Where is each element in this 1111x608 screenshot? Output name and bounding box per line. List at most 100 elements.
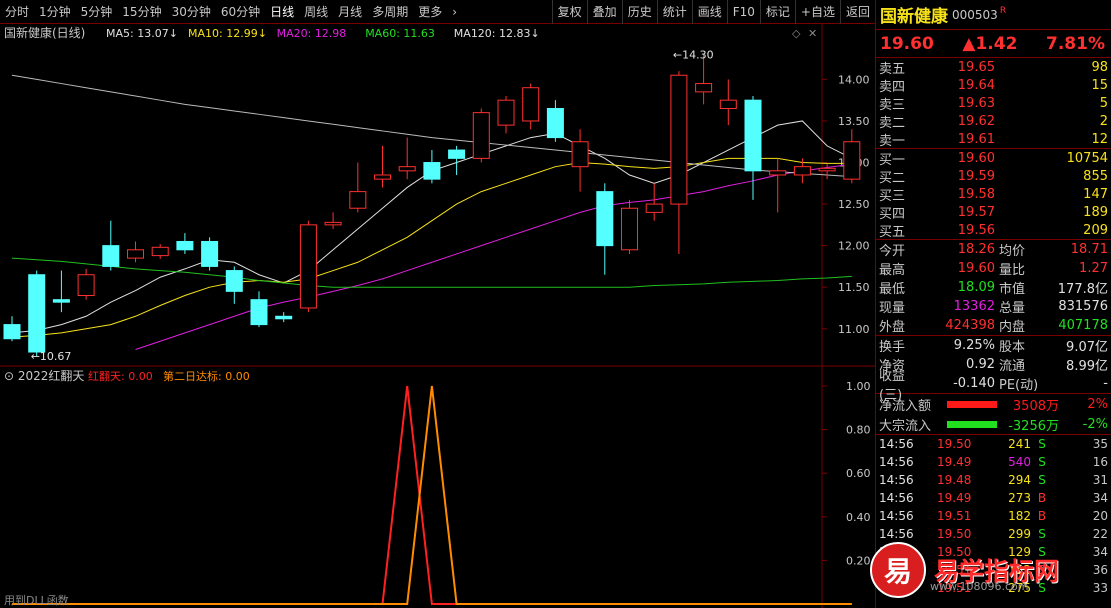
tool-button-6[interactable]: 标记 <box>759 0 795 24</box>
flow-label: 净流入额 <box>879 398 932 414</box>
candle[interactable] <box>695 54 713 105</box>
tool-button-2[interactable]: 历史 <box>621 0 657 24</box>
tick-direction: S <box>1038 527 1046 541</box>
period-tab-6[interactable]: 日线 <box>265 3 299 20</box>
flow-value: -3256万 <box>1008 418 1059 434</box>
indicator-legend-0: 红翻天: 0.00 <box>88 369 153 383</box>
flow-row: 大宗流入 -3256万 -2% <box>876 414 1111 434</box>
candle[interactable] <box>769 158 787 213</box>
candle[interactable] <box>77 268 95 300</box>
candle[interactable] <box>793 158 811 184</box>
candle[interactable] <box>176 233 194 254</box>
chart-title: 国新健康(日线) <box>4 25 85 40</box>
candle[interactable] <box>744 96 762 200</box>
tool-button-7[interactable]: +自选 <box>794 0 840 24</box>
tick-volume: 273 <box>1008 491 1031 505</box>
candle[interactable] <box>596 183 614 275</box>
candle[interactable] <box>571 129 589 192</box>
candle[interactable] <box>299 220 317 313</box>
y-tick-label: 12.00 <box>838 240 870 253</box>
candle[interactable] <box>28 270 46 357</box>
candle[interactable] <box>201 237 219 271</box>
tick-row: 14:56 19.50 241 S 35 <box>876 435 1111 453</box>
candle[interactable] <box>645 183 663 221</box>
period-tab-5[interactable]: 60分钟 <box>216 3 265 20</box>
y-tick-label: 14.00 <box>838 73 870 86</box>
stat-label: 最高 <box>879 263 906 278</box>
candle[interactable] <box>843 129 861 184</box>
period-tab-0[interactable]: 分时 <box>0 3 34 20</box>
stat-label: 均价 <box>999 244 1026 259</box>
y-tick-label: 11.50 <box>838 281 870 294</box>
candle[interactable] <box>423 150 441 184</box>
candle[interactable] <box>374 145 391 188</box>
candle[interactable] <box>398 137 416 180</box>
watermark-logo-icon: 易 <box>870 542 926 598</box>
stat-label: 内盘 <box>999 320 1026 335</box>
candle[interactable] <box>102 220 120 271</box>
candle[interactable] <box>127 241 144 263</box>
candle[interactable] <box>151 243 169 259</box>
bids-price: 19.58 <box>957 186 995 202</box>
candle[interactable] <box>250 291 268 328</box>
tool-button-4[interactable]: 画线 <box>691 0 727 24</box>
tick-price: 19.50 <box>937 527 972 541</box>
period-tab-1[interactable]: 1分钟 <box>34 3 76 20</box>
period-tab-10[interactable]: 更多 <box>413 3 447 20</box>
candle[interactable] <box>3 316 21 342</box>
candle[interactable] <box>621 199 638 254</box>
diamond-icon[interactable]: ◇ <box>792 27 801 40</box>
period-toolbar: 分时 1分钟 5分钟 15分钟 30分钟 60分钟 日线 周线 月线 多周期 更多 › 复权 叠加 历史 统计… <box>0 0 875 24</box>
tool-button-8[interactable]: 返回 <box>839 0 875 24</box>
stat-row: 换手 9.25% 股本 9.07亿 <box>876 336 1111 355</box>
stat-value: -0.140 <box>953 376 995 391</box>
candle[interactable] <box>349 162 367 213</box>
candle-body <box>744 99 762 172</box>
kline-chart[interactable]: 国新健康(日线) MA5: 13.07↓ MA10: 12.99↓ MA20: 12.… <box>0 24 875 608</box>
tool-button-1[interactable]: 叠加 <box>586 0 622 24</box>
tick-direction: B <box>1037 509 1047 523</box>
tick-price: 19.48 <box>937 473 972 487</box>
more-chevron-icon[interactable]: › <box>447 5 462 19</box>
candle[interactable] <box>225 266 243 304</box>
candle-body <box>571 141 589 168</box>
stat-value: 831576 <box>1058 299 1108 314</box>
candle[interactable] <box>719 79 737 126</box>
candle[interactable] <box>497 96 515 134</box>
period-tab-2[interactable]: 5分钟 <box>76 3 118 20</box>
candle-body <box>176 240 194 251</box>
candle-body <box>670 74 688 205</box>
candle[interactable] <box>472 108 490 163</box>
ind-y-tick-label: 0.20 <box>846 554 871 567</box>
y-tick-label: 12.50 <box>838 198 870 211</box>
tick-price: 19.50 <box>937 437 972 451</box>
indicator-line-1 <box>12 385 852 605</box>
quote-panel: 国新健康 000503 R 19.60 ▲1.42 7.81% 卖五 19.65 9… <box>875 0 1111 608</box>
tool-button-3[interactable]: 统计 <box>656 0 692 24</box>
candle-body <box>818 167 836 172</box>
bids-row: 买三 19.58 147 <box>876 185 1111 204</box>
period-tab-3[interactable]: 15分钟 <box>117 3 166 20</box>
tool-button-0[interactable]: 复权 <box>551 0 587 24</box>
tick-count: 16 <box>1092 455 1108 469</box>
close-icon[interactable]: ✕ <box>808 27 817 40</box>
bids-volume: 209 <box>1083 222 1108 238</box>
candle[interactable] <box>52 270 70 313</box>
candle[interactable] <box>324 212 342 230</box>
candle[interactable] <box>275 312 293 323</box>
candle-body <box>546 107 564 139</box>
candle-body <box>423 162 441 180</box>
period-tab-4[interactable]: 30分钟 <box>167 3 216 20</box>
candle[interactable] <box>522 83 540 130</box>
tool-button-5[interactable]: F10 <box>726 0 760 24</box>
price-change-pct: 7.81% <box>1046 33 1105 54</box>
period-tab-8[interactable]: 月线 <box>333 3 367 20</box>
candle[interactable] <box>670 71 688 254</box>
period-tab-7[interactable]: 周线 <box>299 3 333 20</box>
candle-body <box>843 141 861 180</box>
period-tab-9[interactable]: 多周期 <box>367 3 413 20</box>
asks-price: 19.65 <box>957 59 995 75</box>
tick-volume: 540 <box>1008 455 1031 469</box>
stat-label: 流通 <box>999 359 1026 374</box>
candle[interactable] <box>546 100 564 142</box>
